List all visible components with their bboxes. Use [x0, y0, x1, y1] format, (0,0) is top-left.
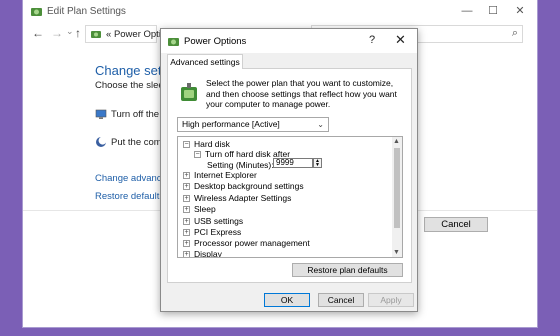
magnifier-icon: ⌕ — [511, 27, 518, 39]
minimize-button[interactable]: — — [456, 3, 478, 19]
dialog-title-bar: Power Options ? ✕ — [161, 29, 417, 53]
expand-icon[interactable]: + — [183, 251, 190, 257]
power-options-dialog: Power Options ? ✕ Advanced settings Sele… — [160, 28, 418, 312]
tree-scrollbar[interactable]: ▲ ▼ — [392, 137, 402, 257]
scroll-up-icon[interactable]: ▲ — [393, 138, 400, 145]
monitor-icon — [95, 109, 107, 119]
settings-tree[interactable]: − Hard disk − Turn off hard disk after S… — [177, 136, 403, 258]
collapse-icon[interactable]: − — [183, 141, 190, 148]
power-options-icon — [31, 8, 42, 16]
tree-item-setting-minutes: Setting (Minutes): — [207, 160, 274, 170]
restore-plan-defaults-button[interactable]: Restore plan defaults — [292, 263, 403, 277]
expand-icon[interactable]: + — [183, 183, 190, 190]
expand-icon[interactable]: + — [183, 172, 190, 179]
expand-icon[interactable]: + — [183, 240, 190, 247]
help-button[interactable]: ? — [369, 34, 375, 46]
advanced-settings-panel: Select the power plan that you want to c… — [167, 68, 412, 283]
scroll-thumb[interactable] — [394, 148, 400, 228]
moon-icon — [96, 136, 107, 147]
up-arrow-icon[interactable]: ↑ — [75, 26, 81, 40]
power-options-icon — [168, 38, 179, 46]
forward-arrow-icon[interactable]: → — [51, 26, 63, 40]
power-options-icon — [91, 31, 101, 38]
close-button[interactable]: ✕ — [509, 3, 531, 19]
power-plan-icon — [181, 83, 197, 101]
scroll-down-icon[interactable]: ▼ — [393, 249, 400, 256]
collapse-icon[interactable]: − — [194, 151, 201, 158]
back-arrow-icon[interactable]: ← — [32, 26, 44, 40]
address-bar[interactable]: « Power Opti... — [85, 25, 169, 43]
recent-locations-icon[interactable]: ⌄ — [66, 26, 74, 37]
maximize-button[interactable]: ☐ — [482, 3, 504, 19]
dialog-title: Power Options — [184, 36, 247, 47]
tab-advanced-settings[interactable]: Advanced settings — [167, 54, 243, 69]
title-bar: Edit Plan Settings — ☐ ✕ — [23, 0, 537, 23]
power-plan-select[interactable]: High performance [Active] ⌄ — [177, 117, 329, 132]
expand-icon[interactable]: + — [183, 206, 190, 213]
address-chevron-icon: « — [106, 29, 112, 40]
apply-button[interactable]: Apply — [368, 293, 414, 307]
power-plan-value: High performance [Active] — [182, 119, 280, 129]
expand-icon[interactable]: + — [183, 218, 190, 225]
minutes-input[interactable]: 9999 — [273, 158, 313, 168]
cancel-button[interactable]: Cancel — [318, 293, 364, 307]
expand-icon[interactable]: + — [183, 195, 190, 202]
window-title: Edit Plan Settings — [47, 6, 126, 17]
close-button[interactable]: ✕ — [395, 32, 406, 48]
minutes-spinner[interactable]: ▲ ▼ — [313, 158, 322, 168]
chevron-down-icon: ⌄ — [317, 120, 324, 129]
panel-description: Select the power plan that you want to c… — [206, 78, 397, 109]
expand-icon[interactable]: + — [183, 229, 190, 236]
cancel-button[interactable]: Cancel — [424, 217, 488, 232]
ok-button[interactable]: OK — [264, 293, 310, 307]
